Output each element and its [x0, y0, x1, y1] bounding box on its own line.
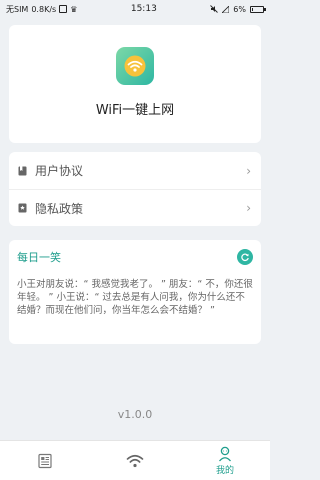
battery-icon [250, 5, 266, 13]
carrier-text: 无SIM [6, 4, 29, 14]
no-signal-icon [222, 5, 230, 13]
mute-icon [210, 5, 219, 13]
menu-item-label: 用户协议 [35, 164, 84, 178]
status-left: 无SIM 0.8K/s ♛ [6, 4, 77, 15]
network-speed: 0.8K/s [31, 4, 57, 14]
app-title: WiFi一键上网 [95, 103, 175, 118]
tab-mine[interactable]: 我的 [195, 441, 255, 480]
refresh-button[interactable] [237, 249, 253, 265]
star-bookmark-icon [17, 203, 27, 213]
tab-news[interactable] [15, 441, 75, 480]
bookmark-icon [17, 166, 27, 176]
joke-title: 每日一笑 [17, 251, 61, 264]
document-icon [38, 453, 52, 468]
battery-text: 6% [233, 4, 246, 14]
app-header-card: WiFi一键上网 [9, 25, 261, 143]
tab-label: 我的 [215, 465, 234, 476]
chevron-right-icon: › [246, 163, 251, 178]
joke-text: 小王对朋友说：“ 我感觉我老了。 ” 朋友：“ 不，你还很年轻。 ” 小王说：“… [17, 279, 253, 316]
refresh-icon [241, 253, 249, 262]
app-version: v1.0.0 [117, 408, 153, 421]
menu-item-user-agreement[interactable]: 用户协议 › [9, 152, 261, 189]
joke-header: 每日一笑 [17, 248, 253, 266]
bottom-tab-bar: 我的 [0, 440, 270, 480]
status-right: 6% [210, 4, 266, 14]
daily-joke-card: 每日一笑 小王对朋友说：“ 我感觉我老了。 ” 朋友：“ 不，你还很年轻。 ” … [9, 240, 261, 344]
notification-icon [59, 5, 68, 13]
status-time: 15:13 [130, 4, 157, 14]
status-bar: 无SIM 0.8K/s ♛ 15:13 6% [0, 0, 270, 18]
chevron-right-icon: › [246, 201, 251, 215]
wifi-icon [124, 55, 146, 77]
menu-item-privacy-policy[interactable]: 隐私政策 › [9, 189, 261, 226]
app-logo [116, 47, 154, 85]
menu-card: 用户协议 › 隐私政策 › [9, 152, 261, 226]
crown-icon: ♛ [70, 4, 78, 14]
menu-item-label: 隐私政策 [35, 201, 84, 216]
person-icon [219, 446, 231, 461]
wifi-icon [126, 454, 144, 467]
tab-wifi[interactable] [105, 441, 165, 480]
